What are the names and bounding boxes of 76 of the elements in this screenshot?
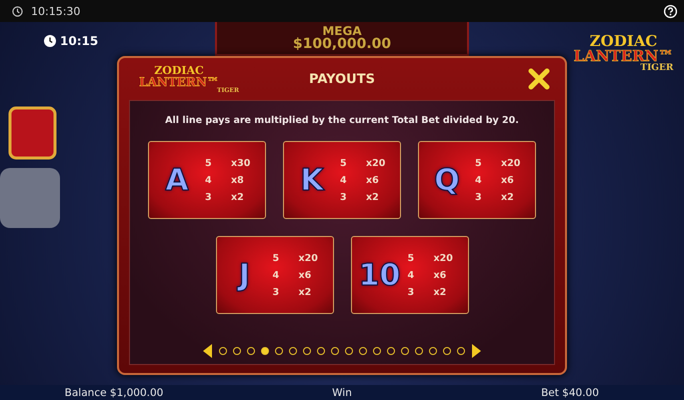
close-icon	[527, 67, 551, 91]
page-dot[interactable]	[317, 347, 325, 355]
page-dot[interactable]	[219, 347, 227, 355]
page-dot[interactable]	[415, 347, 423, 355]
clock-icon	[12, 6, 23, 16]
previous-button[interactable]	[203, 344, 213, 358]
page-dot[interactable]	[247, 347, 255, 355]
symbol-count: 4	[205, 174, 213, 186]
bet-text: Bet $40.00	[541, 386, 599, 398]
page-dot[interactable]	[289, 347, 297, 355]
payout-multiplier: x20	[501, 158, 522, 168]
symbol-letter: K	[300, 162, 324, 198]
payout-multiplier: x20	[434, 252, 454, 264]
page-dot[interactable]	[373, 347, 381, 355]
page-dot[interactable]	[443, 347, 451, 355]
symbol-count: 4	[408, 270, 416, 280]
clock-icon	[44, 35, 56, 47]
win-text: Win	[332, 386, 352, 398]
symbol-letter: 10	[358, 258, 400, 292]
page-dot[interactable]	[457, 347, 465, 355]
page-dot[interactable]	[429, 347, 437, 355]
close-button[interactable]	[527, 67, 551, 91]
payout-multiplier: x2	[434, 286, 448, 298]
payout-multiplier: x6	[501, 174, 515, 186]
balance-text: Balance $1,000.00	[64, 386, 164, 398]
payout-note: All line pays are multiplied by the current Total Bet divided by 20.	[165, 115, 519, 126]
symbol-count: 4	[340, 174, 348, 186]
payout-multiplier: x6	[366, 174, 380, 186]
page-dot[interactable]	[303, 347, 311, 355]
symbol-letter: J	[238, 258, 250, 292]
symbol-letter: A	[165, 162, 189, 198]
symbol-count: 5	[340, 158, 348, 168]
logo-text: LANTERN™	[139, 76, 219, 88]
payout-multiplier: x6	[298, 270, 312, 280]
system-time: 10:15:30	[31, 4, 82, 18]
page-dot[interactable]	[261, 347, 269, 355]
page-dot[interactable]	[359, 347, 367, 355]
logo-text: LANTERN™	[574, 49, 674, 64]
game-clock: 10:15	[60, 34, 98, 48]
left-triangle-icon	[203, 344, 213, 358]
payout-multiplier: x20	[366, 158, 386, 168]
symbol-count: 3	[475, 192, 483, 202]
symbol-count: 3	[340, 192, 348, 202]
page-dot[interactable]	[233, 347, 241, 355]
logo-text: ZODIAC	[154, 64, 204, 76]
page-dot[interactable]	[275, 347, 283, 355]
symbol-count: 3	[408, 286, 416, 298]
page-dot[interactable]	[345, 347, 353, 355]
payout-multiplier: x30	[231, 158, 252, 168]
symbol-count: 4	[272, 270, 280, 280]
payout-multiplier: x8	[231, 174, 245, 186]
right-triangle-icon	[471, 344, 481, 358]
payout-multiplier: x2	[298, 286, 312, 298]
page-dot[interactable]	[331, 347, 339, 355]
symbol-count: 5	[205, 158, 213, 168]
payout-multiplier: x20	[298, 252, 319, 264]
payout-multiplier: x6	[434, 270, 448, 280]
payout-multiplier: x2	[366, 192, 380, 202]
page-dot[interactable]	[401, 347, 409, 355]
symbol-count: 5	[475, 158, 483, 168]
symbol-count: 5	[408, 252, 416, 264]
symbol-count: 3	[272, 286, 280, 298]
logo-text: TIGER	[640, 64, 674, 73]
payout-multiplier: x2	[501, 192, 515, 202]
next-button[interactable]	[471, 344, 481, 358]
dialog-title: PAYOUTS	[308, 72, 376, 86]
jackpot-label: MEGA	[322, 25, 362, 37]
jackpot-amount: $100,000.00	[292, 37, 392, 51]
symbol-count: 3	[205, 192, 213, 202]
logo-text: ZODIAC	[590, 34, 658, 49]
symbol-count: 5	[272, 252, 280, 264]
symbol-count: 4	[475, 174, 483, 186]
symbol-letter: Q	[434, 162, 460, 198]
help-icon[interactable]	[663, 4, 678, 18]
payout-multiplier: x2	[231, 192, 245, 202]
page-dot[interactable]	[387, 347, 395, 355]
